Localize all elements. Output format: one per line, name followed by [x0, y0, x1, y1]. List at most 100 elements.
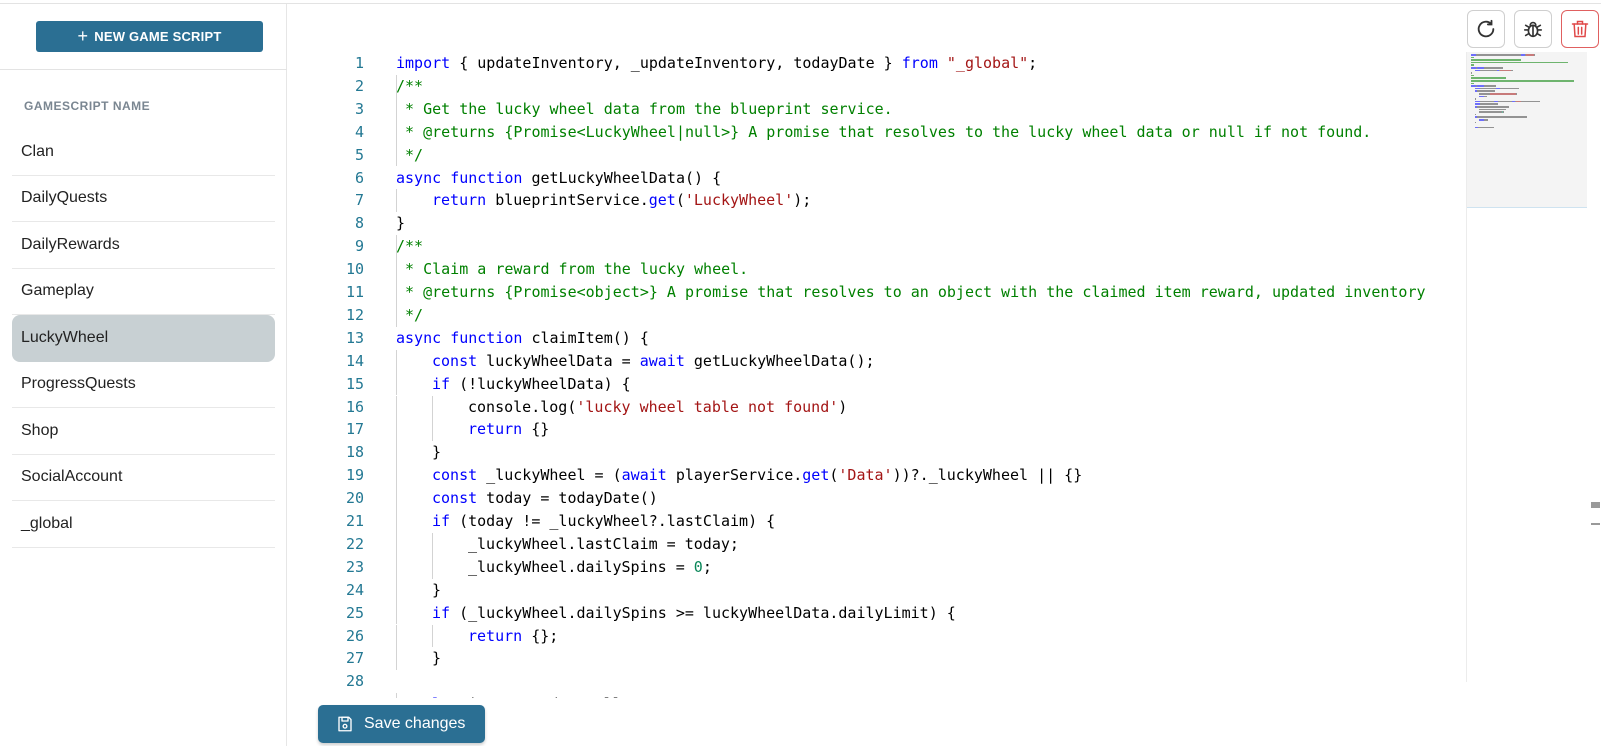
line-number: 19	[345, 466, 364, 485]
line-number: 14	[345, 351, 364, 370]
minimap-line	[1471, 77, 1507, 79]
code-text: _luckyWheel.lastClaim = today;	[468, 534, 739, 553]
sidebar-item-progressquests[interactable]: ProgressQuests	[12, 362, 275, 408]
indent-guide	[396, 189, 397, 213]
save-changes-button[interactable]: Save changes	[318, 705, 485, 743]
indent-guide	[396, 395, 397, 419]
minimap-line	[1471, 56, 1474, 59]
code-text: console.log('lucky wheel table not found…	[468, 397, 848, 416]
code-text: * @returns {Promise<object>} A promise t…	[396, 283, 1426, 301]
indent-guide	[396, 418, 397, 442]
code-text: /**	[396, 237, 424, 256]
sidebar-item-global[interactable]: _global	[12, 501, 275, 548]
code-text: const today = todayDate()	[432, 489, 658, 508]
line-number: 24	[345, 580, 364, 599]
line-number: 7	[354, 191, 364, 210]
indent-guide	[396, 74, 397, 167]
code-text: */	[396, 305, 424, 324]
minimap-line	[1477, 126, 1494, 129]
gamescript-name-heading: GAMESCRIPT NAME	[24, 99, 151, 113]
line-number: 8	[354, 214, 364, 233]
scrollbar-marker[interactable]	[1591, 502, 1600, 530]
minimap-line	[1483, 85, 1497, 87]
trash-icon	[1571, 20, 1589, 38]
minimap-viewport[interactable]	[1467, 52, 1587, 208]
code-text: }	[432, 580, 442, 599]
line-number: 9	[354, 237, 364, 256]
line-number: 12	[345, 305, 364, 324]
minimap-line	[1498, 100, 1512, 103]
indent-guide	[432, 555, 433, 579]
code-text: const _luckyWheel = (await playerService…	[432, 466, 1083, 485]
new-game-script-button[interactable]: + NEW GAME SCRIPT	[36, 21, 263, 52]
minimap-line	[1534, 54, 1536, 56]
bug-icon	[1523, 21, 1543, 38]
line-number: 28	[345, 672, 364, 691]
line-number: 13	[345, 328, 364, 347]
indent-guide	[396, 555, 397, 579]
minimap-line	[1471, 61, 1569, 64]
line-number: 20	[345, 489, 364, 508]
code-text: import { updateInventory, _updateInvento…	[396, 54, 1038, 72]
line-number: 5	[354, 145, 364, 164]
line-number: 27	[345, 649, 364, 668]
code-text: async function claimItem() {	[396, 328, 649, 347]
sidebar-item-socialaccount[interactable]: SocialAccount	[12, 455, 275, 501]
code-text: let itemReward = null	[432, 693, 622, 698]
code-text: }	[396, 214, 406, 233]
gamescript-list: Clan DailyQuests DailyRewards Gameplay Lucky…	[12, 129, 275, 548]
indent-guide	[396, 349, 397, 373]
indent-guide	[396, 487, 397, 510]
sidebar-item-shop[interactable]: Shop	[12, 408, 275, 455]
indent-guide	[396, 532, 397, 556]
minimap-line	[1526, 54, 1535, 56]
indent-guide	[396, 601, 397, 625]
sidebar-item-dailyquests[interactable]: DailyQuests	[12, 176, 275, 222]
code-text: }	[432, 443, 442, 462]
sidebar-item-dailyrewards[interactable]: DailyRewards	[12, 222, 275, 269]
minimap-line	[1479, 100, 1494, 103]
line-number: 21	[345, 512, 364, 530]
indent-guide	[396, 693, 397, 698]
minimap-line	[1515, 93, 1517, 95]
line-number: 18	[345, 443, 364, 462]
minimap-line	[1475, 121, 1476, 124]
code-minimap[interactable]	[1466, 52, 1587, 682]
refresh-button[interactable]	[1467, 10, 1505, 48]
sidebar-item-gameplay[interactable]: Gameplay	[12, 269, 275, 315]
sidebar-item-luckywheel[interactable]: LuckyWheel	[12, 315, 275, 362]
line-number: 26	[345, 626, 364, 645]
minimap-line	[1476, 85, 1484, 87]
code-text: * Claim a reward from the lucky wheel.	[396, 260, 749, 279]
minimap-line	[1479, 108, 1506, 111]
minimap-line	[1476, 106, 1510, 108]
indent-guide	[432, 532, 433, 556]
line-number: 1	[354, 54, 364, 72]
minimap-line	[1484, 119, 1488, 121]
minimap-line	[1476, 90, 1495, 92]
new-game-script-label: NEW GAME SCRIPT	[94, 29, 222, 44]
line-number: 17	[345, 420, 364, 439]
minimap-line	[1500, 87, 1520, 90]
indent-guide	[396, 624, 397, 648]
minimap-line	[1471, 74, 1474, 77]
sidebar: + NEW GAME SCRIPT GAMESCRIPT NAME Clan Da…	[0, 4, 287, 746]
sidebar-item-clan[interactable]: Clan	[12, 129, 275, 176]
line-number: 11	[345, 283, 364, 301]
debug-button[interactable]	[1514, 10, 1552, 48]
line-number: 10	[345, 260, 364, 279]
code-text: _luckyWheel.dailySpins = 0;	[468, 557, 712, 576]
delete-button[interactable]	[1561, 10, 1599, 48]
indent-guide	[396, 441, 397, 465]
minimap-line	[1483, 67, 1504, 69]
code-text: if (today != _luckyWheel?.lastClaim) {	[432, 512, 776, 530]
line-number: 29	[288, 693, 364, 698]
minimap-line	[1511, 69, 1513, 72]
minimap-line	[1480, 69, 1497, 72]
indent-guide	[396, 647, 397, 671]
line-number: 22	[345, 534, 364, 553]
line-number: 15	[345, 374, 364, 393]
code-text: * Get the lucky wheel data from the blue…	[396, 99, 893, 118]
refresh-icon	[1477, 19, 1495, 38]
code-editor[interactable]: 1 import { updateInventory, _updateInvent…	[288, 50, 1467, 698]
